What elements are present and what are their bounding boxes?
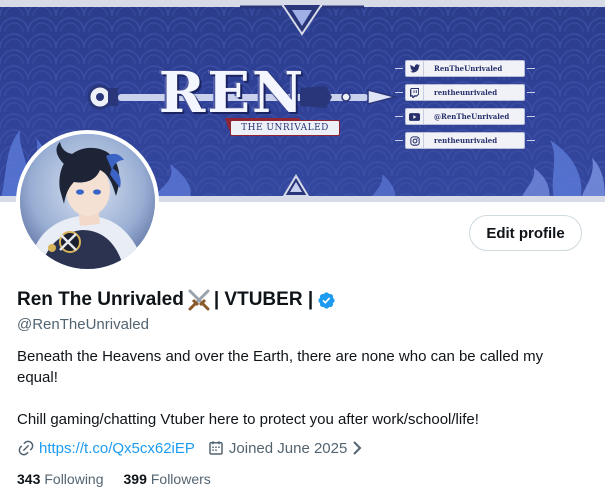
social-youtube: @RenTheUnrivaled <box>395 108 535 125</box>
link-icon <box>17 439 35 457</box>
joined-date[interactable]: Joined June 2025 <box>229 440 347 457</box>
followers-label[interactable]: Followers <box>151 471 211 487</box>
social-label: rentheunrivaled <box>434 88 498 97</box>
twitter-bird-icon <box>406 61 424 76</box>
social-label: RenTheUnrivaled <box>434 64 503 73</box>
follow-stats: 343 Following 399 Followers <box>17 469 231 489</box>
banner-logo: REN THE UNRIVALED <box>82 58 377 138</box>
profile-bio: Beneath the Heavens and over the Earth, … <box>17 346 577 430</box>
bio-line: Beneath the Heavens and over the Earth, … <box>17 348 544 386</box>
banner-social-list: RenTheUnrivaled rentheunrivaled @RenTheU… <box>395 60 535 156</box>
logo-title: REN <box>158 60 306 126</box>
edit-profile-button[interactable]: Edit profile <box>469 215 582 251</box>
instagram-icon <box>406 133 424 148</box>
social-twitch: rentheunrivaled <box>395 84 535 101</box>
display-name: Ren The Unrivaled <box>17 289 184 310</box>
display-name-suffix: | VTUBER | <box>213 289 314 310</box>
chevron-right-icon[interactable] <box>350 440 364 456</box>
verified-badge-icon[interactable] <box>317 291 336 310</box>
youtube-icon <box>406 109 424 124</box>
display-name-row: Ren The Unrivaled | VTUBER | <box>17 287 336 313</box>
social-instagram: rentheunrivaled <box>395 132 535 149</box>
social-label: @RenTheUnrivaled <box>434 112 510 121</box>
crossed-swords-icon <box>187 289 211 311</box>
avatar-illustration <box>20 134 155 269</box>
following-count[interactable]: 343 <box>17 471 40 487</box>
social-twitter: RenTheUnrivaled <box>395 60 535 77</box>
profile-link[interactable]: https://t.co/Qx5cx62iEP <box>39 440 195 457</box>
social-label: rentheunrivaled <box>434 136 498 145</box>
followers-count[interactable]: 399 <box>124 471 147 487</box>
profile-handle: @RenTheUnrivaled <box>17 316 149 333</box>
bio-line: Chill gaming/chatting Vtuber here to pro… <box>17 411 479 428</box>
logo-subtitle: THE UNRIVALED <box>230 120 340 136</box>
calendar-icon <box>207 439 225 457</box>
twitch-icon <box>406 85 424 100</box>
profile-avatar[interactable] <box>16 130 159 273</box>
following-label[interactable]: Following <box>44 471 103 487</box>
profile-meta: https://t.co/Qx5cx62iEP Joined June 2025 <box>17 437 364 459</box>
